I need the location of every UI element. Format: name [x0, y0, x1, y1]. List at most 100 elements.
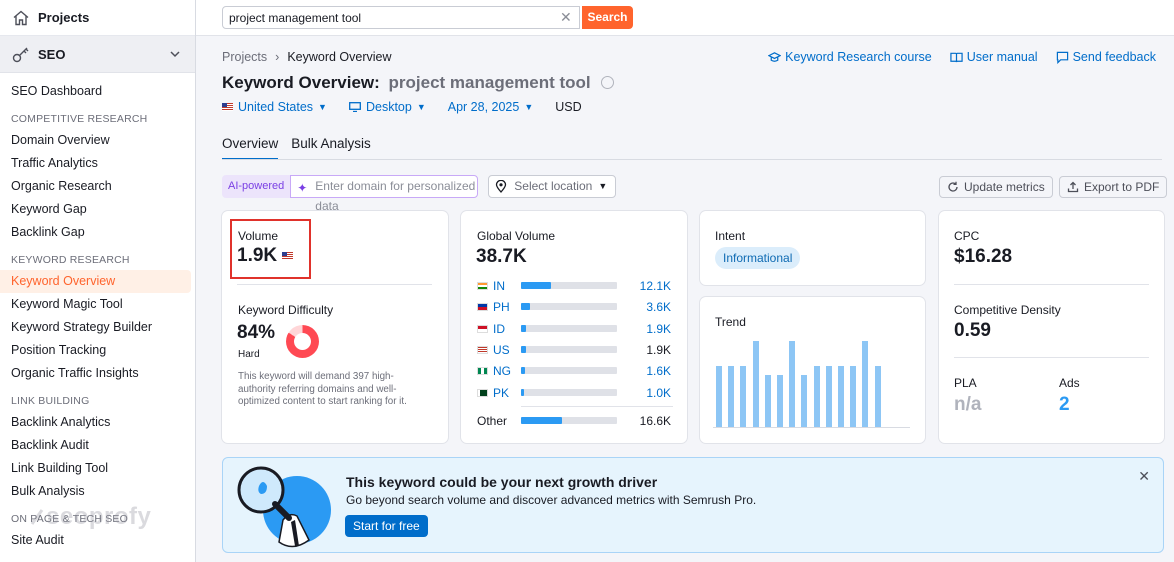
country-code[interactable]: NG [493, 364, 511, 378]
sidebar-item-site-audit[interactable]: Site Audit [0, 529, 195, 552]
tabs-divider [222, 159, 1162, 160]
breadcrumb-projects[interactable]: Projects [222, 50, 267, 64]
trend-bar[interactable] [850, 366, 857, 427]
global-volume-value: 38.7K [476, 246, 527, 267]
user-manual-link[interactable]: User manual [950, 50, 1038, 64]
kd-label: Keyword Difficulty [238, 303, 334, 317]
trend-bar[interactable] [777, 375, 783, 427]
sidebar-item-backlink-gap[interactable]: Backlink Gap [0, 221, 195, 244]
sidebar-item-backlink-audit[interactable]: Backlink Audit [0, 434, 195, 457]
country-code[interactable]: US [493, 343, 510, 357]
home-icon [13, 10, 29, 25]
topbar: project management tool ✕ Search [196, 0, 1174, 36]
tab-overview[interactable]: Overview [222, 136, 279, 160]
chevron-down-icon[interactable] [169, 48, 181, 60]
chevron-down-icon: ▼ [416, 102, 426, 112]
country-code[interactable]: PH [493, 300, 510, 314]
country-value[interactable]: 1.6K [646, 364, 671, 378]
density-label: Competitive Density [954, 303, 1061, 317]
trend-bar[interactable] [874, 366, 881, 427]
sidebar-projects[interactable]: Projects [0, 0, 195, 36]
trend-bar[interactable] [801, 375, 808, 427]
sidebar-item-keyword-overview[interactable]: Keyword Overview [0, 270, 191, 293]
device-select[interactable]: Desktop ▼ [349, 100, 426, 114]
filters: United States ▼ Desktop ▼ Apr 28, 2025 ▼… [222, 100, 582, 114]
start-for-free-button[interactable]: Start for free [345, 515, 428, 537]
sidebar-item-keyword-magic-tool[interactable]: Keyword Magic Tool [0, 293, 195, 316]
country-label: United States [238, 100, 314, 114]
trend-bar[interactable] [740, 366, 747, 427]
country-bar-fill [521, 389, 524, 396]
export-icon [1067, 181, 1079, 193]
close-icon[interactable]: ✕ [560, 10, 572, 24]
other-value: 16.6K [639, 414, 671, 428]
close-icon[interactable]: ✕ [1138, 468, 1150, 485]
intent-badge: Informational [715, 247, 801, 269]
kd-value: 84% [237, 322, 276, 343]
search-input[interactable]: project management tool [222, 6, 580, 29]
trend-bar[interactable] [789, 341, 796, 427]
country-bar [521, 303, 617, 310]
country-row-ph: PH 3.6K [477, 300, 673, 314]
country-value[interactable]: 1.0K [646, 386, 671, 400]
density-value: 0.59 [954, 320, 991, 341]
sidebar-item-domain-overview[interactable]: Domain Overview [0, 129, 195, 152]
sidebar-item-link-building-tool[interactable]: Link Building Tool [0, 457, 195, 480]
search-button[interactable]: Search [582, 6, 633, 29]
trend-bar[interactable] [813, 366, 820, 427]
export-label: Export to PDF [1084, 180, 1160, 194]
export-pdf-button[interactable]: Export to PDF [1059, 176, 1168, 198]
trend-bar[interactable] [825, 366, 832, 427]
add-circle-icon[interactable] [601, 76, 615, 89]
device-label: Desktop [365, 100, 412, 114]
country-code[interactable]: ID [493, 322, 505, 336]
chevron-right-icon: › [275, 50, 280, 64]
trend-bar[interactable] [716, 366, 722, 427]
sidebar-section-header: LINK BUILDING [11, 395, 90, 407]
trend-bar[interactable] [752, 341, 759, 427]
pla-value: n/a [954, 394, 982, 415]
watermark-logo-icon [30, 509, 44, 525]
sidebar: Projects SEO SEO Dashboard COMPETITIVE RE… [0, 0, 196, 562]
country-value[interactable]: 12.1K [640, 279, 671, 293]
ads-value[interactable]: 2 [1059, 394, 1070, 416]
sidebar-item-organic-traffic-insights[interactable]: Organic Traffic Insights [0, 362, 195, 385]
keyword-research-course-link[interactable]: Keyword Research course [768, 50, 932, 64]
sidebar-item-bulk-analysis[interactable]: Bulk Analysis [0, 480, 195, 503]
trend-bar[interactable] [862, 341, 869, 427]
domain-input[interactable]: ✦ Enter domain for personalized data [290, 175, 479, 213]
us-flag-icon [477, 346, 488, 354]
in-flag-icon [477, 282, 488, 290]
country-code[interactable]: PK [493, 386, 509, 400]
ai-powered-badge: AI-powered [222, 175, 291, 198]
sidebar-section-header: KEYWORD RESEARCH [11, 254, 130, 266]
sidebar-item-position-tracking[interactable]: Position Tracking [0, 339, 195, 362]
sidebar-item-seo-dashboard[interactable]: SEO Dashboard [0, 80, 195, 103]
country-value[interactable]: 3.6K [646, 300, 671, 314]
sidebar-item-keyword-strategy-builder[interactable]: Keyword Strategy Builder [0, 316, 195, 339]
ng-flag-icon [477, 367, 488, 375]
send-feedback-link[interactable]: Send feedback [1056, 50, 1156, 64]
update-label: Update metrics [964, 180, 1045, 194]
card-divider [954, 357, 1149, 358]
country-value[interactable]: 1.9K [646, 322, 671, 336]
sidebar-item-traffic-analytics[interactable]: Traffic Analytics [0, 152, 195, 175]
sidebar-item-organic-research[interactable]: Organic Research [0, 175, 195, 198]
sidebar-item-backlink-analytics[interactable]: Backlink Analytics [0, 411, 195, 434]
location-select[interactable]: Select location ▼ [488, 175, 617, 198]
us-flag-icon [282, 252, 294, 260]
country-bar-fill [521, 346, 526, 353]
kd-gauge [286, 325, 319, 358]
sidebar-item-keyword-gap[interactable]: Keyword Gap [0, 198, 195, 221]
trend-bar[interactable] [764, 375, 771, 427]
country-select[interactable]: United States ▼ [222, 100, 327, 114]
chevron-down-icon: ▼ [598, 181, 608, 191]
country-code[interactable]: IN [493, 279, 505, 293]
trend-bar[interactable] [838, 366, 844, 427]
trend-bar[interactable] [728, 366, 735, 427]
tab-bulk-analysis[interactable]: Bulk Analysis [291, 136, 371, 160]
date-select[interactable]: Apr 28, 2025 ▼ [448, 100, 534, 114]
pla-label: PLA [954, 376, 977, 390]
update-metrics-button[interactable]: Update metrics [939, 176, 1053, 198]
sidebar-seo[interactable]: SEO [0, 36, 195, 73]
